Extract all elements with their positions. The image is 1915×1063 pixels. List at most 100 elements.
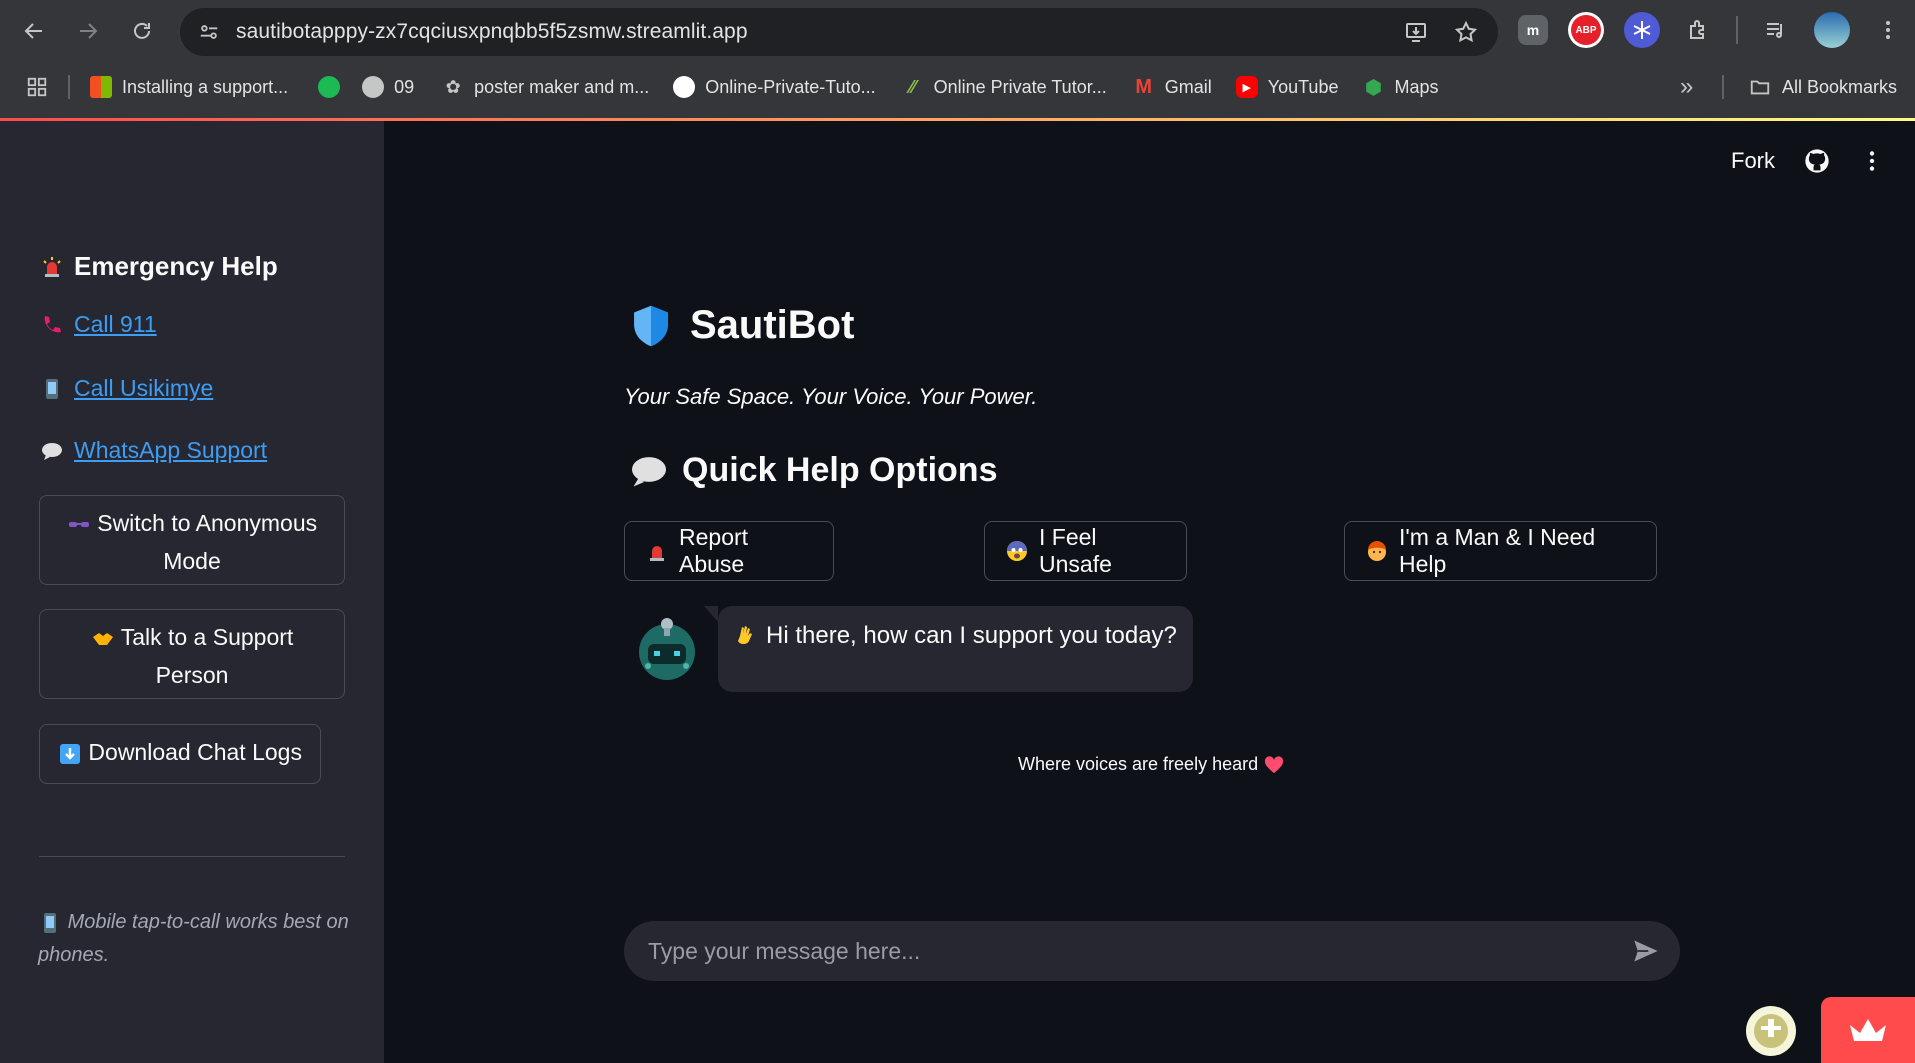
chat-input-bar <box>624 921 1680 981</box>
bookmark-label: Online Private Tutor... <box>933 76 1107 97</box>
call-911-label: Call 911 <box>74 311 157 337</box>
whatsapp-support-link[interactable]: WhatsApp Support <box>40 437 267 464</box>
more-vertical-icon[interactable] <box>1859 148 1885 174</box>
bookmarks-divider <box>1722 75 1724 99</box>
github-icon[interactable] <box>1803 147 1831 175</box>
more-bookmarks-button[interactable]: » <box>1680 73 1693 101</box>
reload-button[interactable] <box>122 11 162 51</box>
app-header-actions: Fork <box>1731 147 1885 175</box>
bookmark-label: Online-Private-Tuto... <box>705 76 876 97</box>
bookmark-label: Maps <box>1394 76 1439 97</box>
mobile-phone-icon <box>40 377 64 401</box>
bot-message-bubble: Hi there, how can I support you today? <box>704 606 1193 692</box>
bookmark-item[interactable]: ✿ poster maker and m... <box>442 76 650 98</box>
tutor-logo-icon: ⁄⁄ <box>909 76 916 97</box>
address-bar[interactable]: sautibotapppy-zx7cqciusxpnqbb5f5zsmw.str… <box>180 8 1498 56</box>
browser-menu-button[interactable] <box>1870 12 1906 48</box>
sidebar-note: Mobile tap-to-call works best on phones. <box>38 906 358 972</box>
waving-hand-icon <box>734 622 758 646</box>
siren-icon <box>645 539 669 563</box>
bookmark-item[interactable]: Online-Private-Tuto... <box>673 76 876 98</box>
extensions-area: m ABP <box>1518 12 1906 48</box>
bookmark-item[interactable]: M Gmail <box>1133 76 1211 98</box>
install-app-icon[interactable] <box>1404 20 1428 44</box>
bookmark-star-icon[interactable] <box>1454 20 1478 44</box>
bookmark-label: YouTube <box>1267 76 1339 97</box>
bookmark-label: Installing a support... <box>122 76 289 97</box>
snowflake-icon <box>1633 21 1651 39</box>
crown-icon <box>1850 1019 1886 1041</box>
heart-icon <box>1265 755 1284 773</box>
palette-icon: ✿ <box>445 76 461 97</box>
fearful-face-icon <box>1005 539 1029 563</box>
report-abuse-label: Report Abuse <box>679 524 749 577</box>
microsoft-icon <box>90 76 112 98</box>
sidebar-heading: Emergency Help <box>40 251 278 282</box>
all-bookmarks-button[interactable]: All Bookmarks <box>1748 76 1897 98</box>
bookmark-spotify[interactable] <box>318 76 341 98</box>
browser-chrome: sautibotapppy-zx7cqciusxpnqbb5f5zsmw.str… <box>0 0 1915 121</box>
status-avatar-icon[interactable] <box>1745 1005 1797 1057</box>
back-button[interactable] <box>14 11 54 51</box>
gear-extension[interactable] <box>1624 12 1660 48</box>
bookmark-item[interactable]: 09 <box>362 76 414 98</box>
tagline: Your Safe Space. Your Voice. Your Power. <box>624 384 1038 409</box>
profile-avatar[interactable] <box>1814 12 1850 48</box>
download-arrow-icon <box>58 742 82 766</box>
anonymous-mode-label: Switch to Anonymous Mode <box>97 510 318 574</box>
streamlit-badge[interactable] <box>1821 997 1915 1063</box>
quick-help-heading-text: Quick Help Options <box>682 451 998 489</box>
bookmarks-divider <box>68 75 70 99</box>
chat-message-input[interactable] <box>624 937 1624 965</box>
maps-pin-icon: ⬢ <box>1364 76 1383 99</box>
bot-message-text: Hi there, how can I support you today? <box>766 622 1177 649</box>
bookmark-item[interactable]: ⁄⁄ Online Private Tutor... <box>902 76 1107 98</box>
url-text[interactable]: sautibotapppy-zx7cqciusxpnqbb5f5zsmw.str… <box>236 20 748 44</box>
bookmark-item[interactable]: Installing a support... <box>90 76 288 98</box>
youtube-icon: ▶ <box>1235 76 1258 98</box>
adblock-extension[interactable]: ABP <box>1568 12 1604 48</box>
man-need-help-label: I'm a Man & I Need Help <box>1399 524 1596 577</box>
call-911-link[interactable]: Call 911 <box>40 311 157 338</box>
man-need-help-button[interactable]: I'm a Man & I Need Help <box>1344 521 1657 581</box>
call-usikimye-label: Call Usikimye <box>74 375 214 401</box>
fork-button[interactable]: Fork <box>1731 148 1775 174</box>
feel-unsafe-button[interactable]: I Feel Unsafe <box>984 521 1187 581</box>
speech-balloon-icon <box>40 439 64 463</box>
robot-avatar-icon <box>639 618 695 680</box>
call-usikimye-link[interactable]: Call Usikimye <box>40 375 213 402</box>
extensions-button[interactable] <box>1680 12 1716 48</box>
bookmark-item[interactable]: ⬢ Maps <box>1362 76 1439 99</box>
forward-button[interactable] <box>68 11 108 51</box>
page-title: SautiBot <box>630 303 854 348</box>
footer-note: Where voices are freely heard <box>1018 754 1284 775</box>
arrow-right-icon <box>80 23 98 39</box>
feel-unsafe-label: I Feel Unsafe <box>1039 524 1112 577</box>
support-person-button[interactable]: Talk to a Support Person <box>39 609 345 699</box>
spotify-icon <box>318 76 341 98</box>
apps-button[interactable] <box>26 76 48 98</box>
sidebar: Emergency Help Call 911 Call Usikimye Wh… <box>0 121 384 1063</box>
chevron-double-right-icon: » <box>1680 73 1694 100</box>
media-control-button[interactable] <box>1758 12 1794 48</box>
bookmark-label: 09 <box>394 76 415 97</box>
extension-m[interactable]: m <box>1518 15 1548 45</box>
anonymous-mode-button[interactable]: Switch to Anonymous Mode <box>39 495 345 585</box>
sidebar-divider <box>39 856 345 857</box>
download-chat-logs-label: Download Chat Logs <box>88 739 302 765</box>
page-title-text: SautiBot <box>690 303 855 347</box>
site-settings-icon[interactable] <box>198 21 220 43</box>
download-chat-logs-button[interactable]: Download Chat Logs <box>39 724 321 784</box>
folder-icon <box>1750 80 1770 95</box>
send-icon <box>1634 940 1658 962</box>
globe-icon <box>362 76 385 98</box>
bookmark-item[interactable]: ▶ YouTube <box>1235 76 1339 98</box>
playlist-icon <box>1767 23 1782 38</box>
bookmarks-bar: Installing a support... 09 ✿ poster make… <box>0 66 1915 108</box>
report-abuse-button[interactable]: Report Abuse <box>624 521 834 581</box>
shield-icon <box>634 305 668 346</box>
arrow-left-icon <box>24 23 42 39</box>
send-button[interactable] <box>1624 929 1668 973</box>
reload-icon <box>134 22 150 39</box>
sidebar-note-text: Mobile tap-to-call works best on phones. <box>38 911 349 966</box>
